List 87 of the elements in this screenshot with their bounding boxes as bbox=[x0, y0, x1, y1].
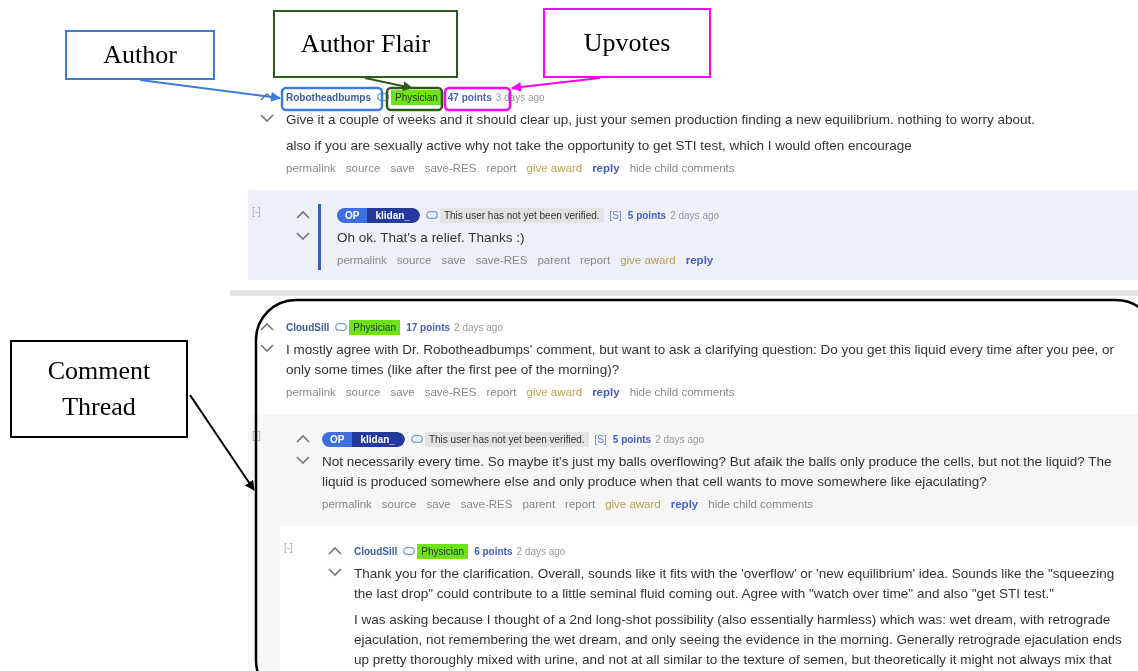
action-link[interactable]: parent bbox=[522, 498, 556, 510]
timestamp: 2 days ago bbox=[655, 433, 705, 445]
comment-text: Thank you for the clarification. Overall, sounds like it fits with the 'overflow' or 'new equilibrium' idea. Sounds like the "squeezing the last drop" could contribute to a little seminal fluid coming out. Agree with "watch over time" and also "get STI test." bbox=[354, 565, 1116, 603]
action-link[interactable]: source bbox=[345, 386, 381, 398]
author-name[interactable]: CloudSill bbox=[354, 545, 398, 557]
comment-text: Oh ok. That's a relief. Thanks :) bbox=[337, 229, 526, 247]
action-link[interactable]: save bbox=[390, 162, 415, 174]
author-name[interactable]: klidan_ bbox=[367, 207, 420, 223]
award-link[interactable]: give award bbox=[526, 386, 583, 398]
callout-label: Author bbox=[65, 30, 215, 80]
upvote-icon[interactable] bbox=[260, 92, 274, 101]
timestamp: 2 days ago bbox=[454, 321, 503, 333]
action-link[interactable]: permalink bbox=[337, 254, 387, 266]
tag-icon bbox=[335, 323, 348, 331]
points: 5 points bbox=[612, 433, 652, 445]
author-name[interactable]: Robotheadbumps bbox=[286, 91, 371, 103]
action-link[interactable]: report bbox=[580, 254, 611, 266]
tag-icon bbox=[403, 547, 416, 555]
points: 17 points bbox=[406, 321, 451, 333]
comment-text: I mostly agree with Dr. Robotheadbumps' comment, but want to ask a clarifying question: Do you get this liquid every time after you pee, or only some times (like after the first pee of the morning)? bbox=[286, 341, 1115, 379]
downvote-icon[interactable] bbox=[296, 232, 310, 241]
points: 6 points bbox=[474, 545, 513, 557]
action-link[interactable]: permalink bbox=[286, 386, 336, 398]
author-name[interactable]: CloudSill bbox=[286, 321, 330, 333]
collapse-toggle[interactable]: [-] bbox=[252, 206, 261, 217]
author-flair: Physician bbox=[417, 543, 469, 559]
action-link[interactable]: save-RES bbox=[424, 162, 477, 174]
upvote-icon[interactable] bbox=[328, 546, 342, 555]
action-link[interactable]: save bbox=[441, 254, 466, 266]
award-link[interactable]: give award bbox=[526, 162, 583, 174]
upvote-icon[interactable] bbox=[260, 322, 274, 331]
verification-note: This user has not yet been verified. bbox=[424, 431, 589, 447]
tag-icon bbox=[425, 211, 438, 219]
reply-link[interactable]: reply bbox=[592, 162, 620, 174]
upvote-icon[interactable] bbox=[296, 210, 310, 219]
comment-text: Not necessarily every time. So maybe it's just my balls overflowing? But afaik the balls only produce the cells, but not the liquid? The liquid is produced somewhere else and only produce when that cell wants to move somewhere like ejaculating? bbox=[322, 453, 1113, 491]
action-link[interactable]: source bbox=[396, 254, 432, 266]
action-link[interactable]: source bbox=[345, 162, 381, 174]
author-flair: Physician bbox=[349, 319, 401, 335]
action-link[interactable]: source bbox=[381, 498, 417, 510]
verification-note: This user has not yet been verified. bbox=[439, 207, 604, 223]
op-author-badge[interactable]: OP klidan_ bbox=[322, 431, 405, 447]
action-link[interactable]: save bbox=[390, 386, 415, 398]
collapse-toggle[interactable]: [-] bbox=[284, 542, 293, 553]
op-label: OP bbox=[322, 431, 353, 447]
downvote-icon[interactable] bbox=[260, 344, 274, 353]
callout-label: Author Flair bbox=[273, 10, 458, 78]
action-link[interactable]: report bbox=[486, 386, 517, 398]
action-link[interactable]: hide child comments bbox=[708, 498, 814, 510]
comment-text: I was asking because I thought of a 2nd long-shot possibility (also essentially harmless) which was: wet dream, with retrograde ejaculation, not remembering the wet dream, and only seeing the evidence in the morning. Generally retrograde ejaculation ends up pretty thoroughly mixed with urine, and not at all similar to the texture of semen, but theoretically it might not always mix that bbox=[354, 611, 1123, 669]
action-link[interactable]: permalink bbox=[322, 498, 372, 510]
submitter-tag: [S] bbox=[609, 209, 622, 221]
callout-arrow bbox=[364, 77, 413, 91]
action-link[interactable]: save bbox=[426, 498, 451, 510]
action-link[interactable]: hide child comments bbox=[629, 162, 735, 174]
downvote-icon[interactable] bbox=[260, 114, 274, 123]
action-link[interactable]: parent bbox=[537, 254, 571, 266]
action-link[interactable]: save-RES bbox=[460, 498, 513, 510]
downvote-icon[interactable] bbox=[296, 456, 310, 465]
action-link[interactable]: hide child comments bbox=[629, 386, 735, 398]
author-name[interactable]: klidan_ bbox=[352, 431, 405, 447]
timestamp: 2 days ago bbox=[516, 545, 566, 557]
callout-label: Upvotes bbox=[543, 8, 711, 78]
points: 5 points bbox=[627, 209, 667, 221]
submitter-tag: [S] bbox=[594, 433, 607, 445]
action-link[interactable]: report bbox=[565, 498, 596, 510]
comment-text: also if you are sexually active why not take the opportunity to get STI test, which I would often encourage bbox=[286, 137, 913, 155]
author-flair: Physician bbox=[391, 89, 442, 105]
points: 47 points bbox=[447, 91, 492, 103]
reply-link[interactable]: reply bbox=[685, 254, 714, 266]
op-author-badge[interactable]: OP klidan_ bbox=[337, 207, 420, 223]
action-link[interactable]: report bbox=[486, 162, 517, 174]
downvote-icon[interactable] bbox=[328, 568, 342, 577]
award-link[interactable]: give award bbox=[605, 498, 661, 510]
reply-link[interactable]: reply bbox=[592, 386, 620, 398]
award-link[interactable]: give award bbox=[620, 254, 676, 266]
tag-icon bbox=[410, 435, 423, 443]
action-link[interactable]: permalink bbox=[286, 162, 336, 174]
tag-icon bbox=[377, 93, 389, 101]
action-link[interactable]: save-RES bbox=[475, 254, 528, 266]
callout-label: Comment Thread bbox=[10, 340, 188, 438]
action-link[interactable]: save-RES bbox=[424, 386, 477, 398]
timestamp: 2 days ago bbox=[670, 209, 720, 221]
upvote-icon[interactable] bbox=[296, 434, 310, 443]
op-label: OP bbox=[337, 207, 368, 223]
reply-link[interactable]: reply bbox=[670, 498, 699, 510]
comment-text: Give it a couple of weeks and it should clear up, just your semen production finding a new equilibrium. nothing to worry about. bbox=[286, 111, 1036, 129]
